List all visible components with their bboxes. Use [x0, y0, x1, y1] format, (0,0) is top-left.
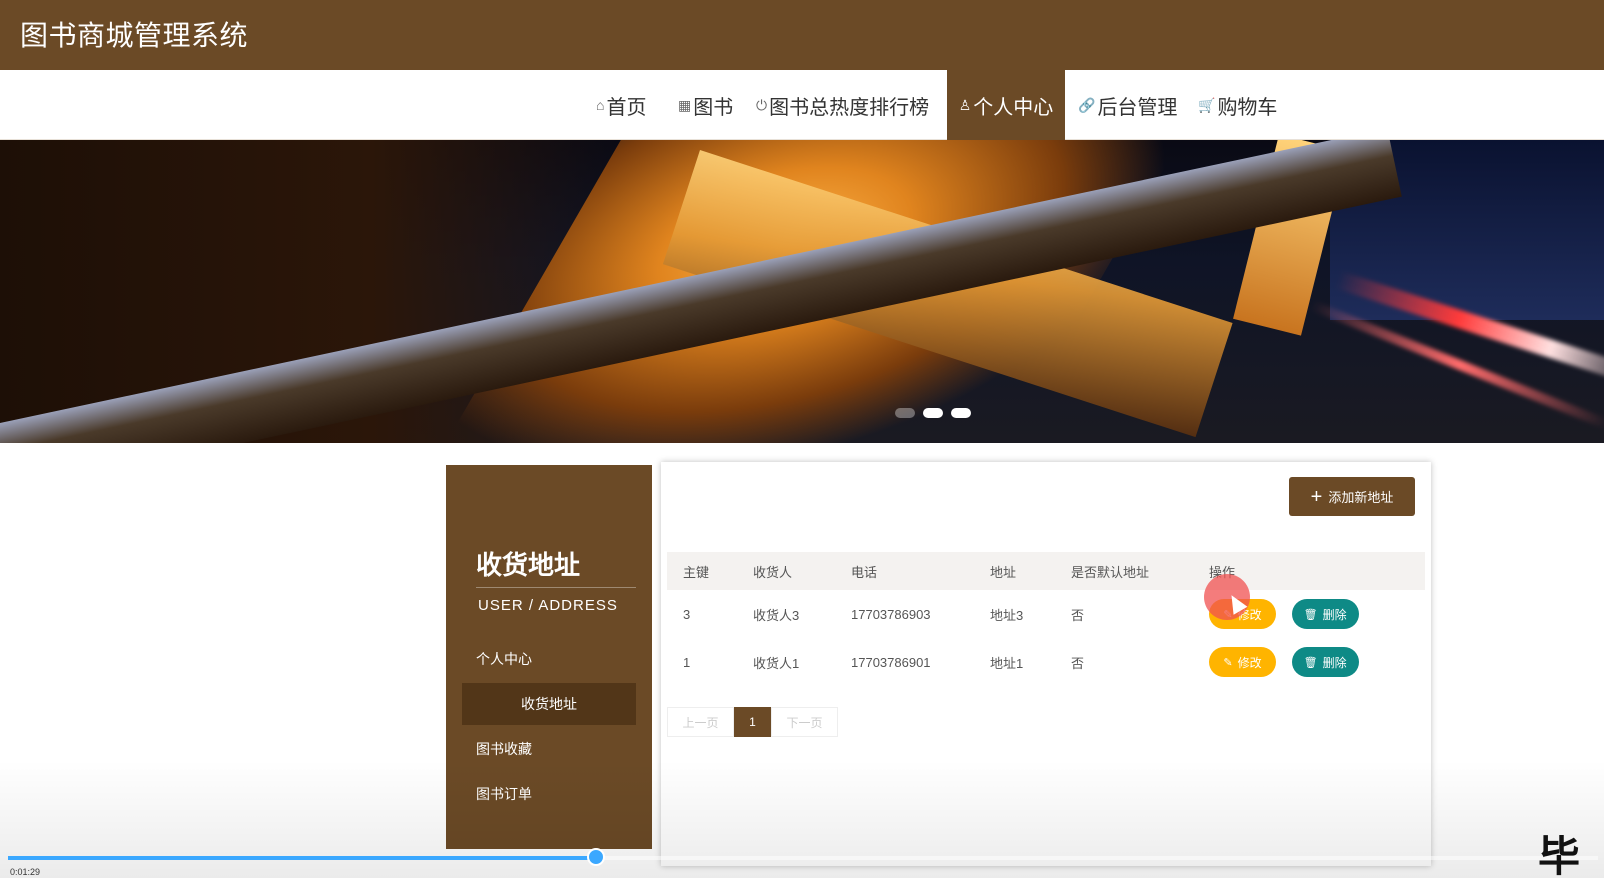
sidebar-title: 收货地址: [476, 550, 581, 580]
home-icon: ⌂: [596, 97, 605, 113]
carousel-indicators: [895, 408, 971, 418]
add-address-label: 添加新地址: [1328, 490, 1394, 505]
pencil-icon: ✎: [1223, 656, 1233, 669]
video-progress-fill: [8, 856, 596, 860]
address-panel: + 添加新地址 主键 收货人 电话 地址 是否默认地址 操作 3 收货人3 17…: [661, 462, 1431, 866]
video-time: 0:01:29: [10, 867, 41, 877]
cell-id: 3: [683, 606, 691, 622]
trash-icon: 🗑: [1303, 656, 1318, 669]
col-header: 地址: [974, 552, 1055, 590]
carousel-dot-active[interactable]: [923, 408, 943, 418]
delete-label: 删除: [1322, 655, 1347, 670]
add-address-button[interactable]: + 添加新地址: [1289, 477, 1415, 516]
cell-name: 收货人1: [753, 655, 800, 671]
nav-item-ranking[interactable]: ⏻ 图书总热度排行榜: [756, 70, 929, 140]
cell-phone: 17703786901: [851, 654, 931, 670]
user-icon: ♙: [958, 96, 972, 113]
watermark-logo: 毕: [1538, 833, 1581, 878]
nav-item-label: 后台管理: [1097, 96, 1178, 119]
prev-page-button[interactable]: 上一页: [667, 707, 734, 737]
address-table: 主键 收货人 电话 地址 是否默认地址 操作 3 收货人3 1770378690…: [667, 552, 1425, 686]
cell-actions: ✎ 修改 🗑 删除: [1193, 638, 1425, 686]
hero-banner: [0, 140, 1604, 443]
col-header: 电话: [835, 552, 974, 590]
edit-button[interactable]: ✎ 修改: [1209, 647, 1276, 677]
sidebar-item-profile[interactable]: 个人中心: [476, 649, 532, 669]
video-progress-thumb[interactable]: [587, 848, 605, 866]
top-header: 图书商城管理系统: [0, 0, 1604, 70]
cell-name: 收货人3: [753, 607, 800, 623]
carousel-dot[interactable]: [895, 408, 915, 418]
sidebar: 收货地址 USER / ADDRESS 个人中心 收货地址 图书收藏 图书订单: [446, 465, 652, 849]
nav-item-label: 首页: [606, 96, 647, 119]
trash-icon: 🗑: [1303, 608, 1318, 621]
table-header-row: 主键 收货人 电话 地址 是否默认地址 操作: [667, 552, 1425, 590]
nav-item-label: 购物车: [1217, 96, 1278, 119]
cell-address: 地址3: [990, 607, 1024, 623]
nav-item-label: 图书: [693, 96, 734, 119]
power-icon: ⏻: [756, 96, 768, 113]
delete-button[interactable]: 🗑 删除: [1291, 647, 1359, 677]
col-header: 是否默认地址: [1055, 552, 1193, 590]
cell-phone: 17703786903: [851, 606, 931, 622]
sidebar-item-address[interactable]: 收货地址: [462, 683, 636, 725]
cell-default: 否: [1071, 607, 1085, 623]
nav-item-label: 个人中心: [973, 96, 1054, 119]
cell-id: 1: [683, 654, 691, 670]
sidebar-item-favorites[interactable]: 图书收藏: [476, 739, 532, 759]
sidebar-divider: [476, 587, 636, 588]
table-row: 1 收货人1 17703786901 地址1 否 ✎ 修改 🗑 删除: [667, 638, 1425, 686]
table-row: 3 收货人3 17703786903 地址3 否 ✎ 修改 🗑 删除: [667, 590, 1425, 638]
main-nav: ⌂ 首页 ▦ 图书 ⏻ 图书总热度排行榜 ♙ 个人中心 🔗 后台管理 🛒 购物车: [0, 70, 1604, 140]
delete-label: 删除: [1322, 607, 1347, 622]
col-header: 收货人: [737, 552, 835, 590]
cell-default: 否: [1071, 655, 1085, 671]
site-title: 图书商城管理系统: [20, 20, 249, 51]
link-icon: 🔗: [1078, 96, 1096, 113]
edit-label: 修改: [1237, 655, 1262, 670]
sidebar-subtitle: USER / ADDRESS: [478, 597, 618, 614]
col-header: 主键: [667, 552, 737, 590]
sidebar-item-orders[interactable]: 图书订单: [476, 784, 532, 804]
next-page-button[interactable]: 下一页: [771, 707, 838, 737]
plus-icon: +: [1310, 485, 1323, 508]
carousel-dot[interactable]: [951, 408, 971, 418]
current-page-button[interactable]: 1: [734, 707, 771, 737]
nav-item-home[interactable]: ⌂ 首页: [596, 70, 646, 140]
delete-button[interactable]: 🗑 删除: [1291, 599, 1359, 629]
nav-item-admin[interactable]: 🔗 后台管理: [1078, 70, 1177, 140]
pagination: 上一页 1 下一页: [667, 707, 838, 737]
cart-icon: 🛒: [1198, 96, 1216, 113]
cell-address: 地址1: [990, 655, 1024, 671]
nav-item-label: 图书总热度排行榜: [769, 96, 930, 119]
grid-icon: ▦: [678, 96, 692, 113]
nav-item-books[interactable]: ▦ 图书: [678, 70, 733, 140]
nav-item-profile[interactable]: ♙ 个人中心: [947, 70, 1065, 140]
nav-item-cart[interactable]: 🛒 购物车: [1198, 70, 1277, 140]
